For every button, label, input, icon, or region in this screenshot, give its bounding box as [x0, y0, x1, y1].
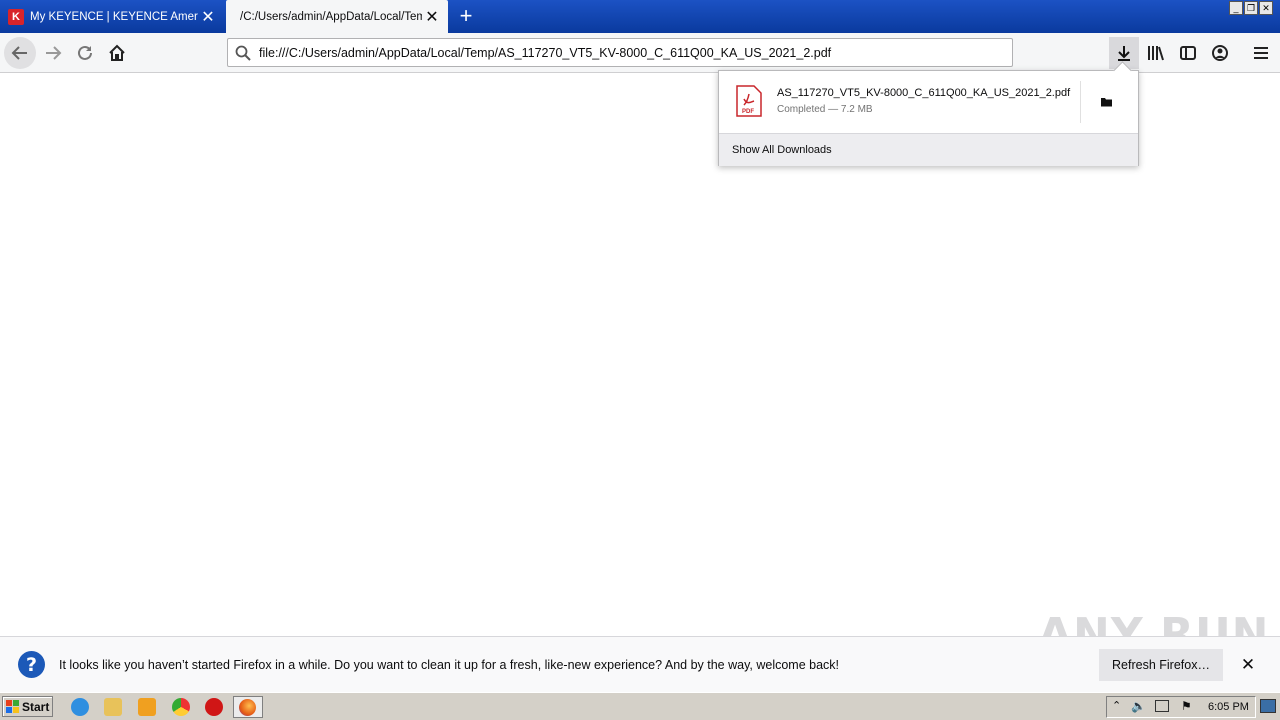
- firefox-icon: [239, 699, 256, 716]
- account-icon: [1212, 45, 1228, 61]
- windows-logo-icon: [6, 699, 19, 713]
- download-status: Completed — 7.2 MB: [777, 104, 873, 115]
- tab-title: /C:/Users/admin/AppData/Local/Temp/: [240, 10, 422, 23]
- account-button[interactable]: [1205, 37, 1235, 69]
- url-bar[interactable]: file:///C:/Users/admin/AppData/Local/Tem…: [227, 38, 1013, 67]
- tab-title: My KEYENCE | KEYENCE America: [30, 10, 198, 23]
- volume-icon[interactable]: 🔈: [1131, 699, 1146, 713]
- downloads-panel: PDF AS_117270_VT5_KV-8000_C_611Q00_KA_US…: [718, 70, 1139, 166]
- forward-arrow-icon: [46, 46, 62, 60]
- pdf-file-icon: PDF: [736, 85, 762, 117]
- start-label: Start: [22, 699, 50, 714]
- firefox-taskbar-button[interactable]: [233, 696, 263, 718]
- chevron-up-icon[interactable]: ⌃: [1112, 699, 1121, 712]
- notification-text: It looks like you haven’t started Firefo…: [59, 658, 840, 672]
- svg-text:PDF: PDF: [742, 109, 754, 115]
- tab-temp-pdf[interactable]: /C:/Users/admin/AppData/Local/Temp/ ✕: [226, 0, 448, 33]
- close-icon[interactable]: ✕: [1238, 655, 1258, 675]
- tab-close-icon[interactable]: ✕: [198, 7, 218, 27]
- menu-button[interactable]: [1246, 37, 1276, 69]
- home-icon: [109, 44, 125, 61]
- back-arrow-icon: [11, 46, 27, 60]
- nav-bar: file:///C:/Users/admin/AppData/Local/Tem…: [0, 33, 1280, 73]
- restore-button[interactable]: ❐: [1244, 1, 1258, 15]
- download-item[interactable]: PDF AS_117270_VT5_KV-8000_C_611Q00_KA_US…: [719, 71, 1138, 133]
- media-player-icon[interactable]: [138, 698, 156, 716]
- keyence-favicon-icon: K: [8, 8, 24, 25]
- sidebar-button[interactable]: [1173, 37, 1203, 69]
- url-text: file:///C:/Users/admin/AppData/Local/Tem…: [259, 45, 832, 60]
- divider: [1080, 81, 1081, 123]
- hamburger-menu-icon: [1254, 47, 1268, 59]
- notification-bar: ? It looks like you haven’t started Fire…: [0, 636, 1280, 692]
- flag-icon[interactable]: ⚑: [1181, 699, 1192, 713]
- folder-icon[interactable]: [104, 698, 122, 716]
- open-folder-icon[interactable]: [1095, 91, 1119, 113]
- search-icon: [235, 45, 251, 61]
- clock: 6:05 PM: [1208, 701, 1249, 713]
- tab-close-icon[interactable]: ✕: [422, 7, 442, 27]
- home-button[interactable]: [101, 37, 133, 69]
- question-icon: ?: [18, 651, 45, 678]
- back-button[interactable]: [4, 37, 36, 69]
- show-all-downloads-button[interactable]: Show All Downloads: [719, 133, 1138, 166]
- reload-icon: [78, 45, 92, 60]
- show-all-downloads-label: Show All Downloads: [732, 144, 832, 156]
- close-window-button[interactable]: ✕: [1259, 1, 1273, 15]
- library-icon: [1148, 46, 1164, 61]
- download-arrow-icon: [1118, 46, 1130, 61]
- taskbar: Start ⌃ 🔈 ⚑ 6:05 PM: [0, 692, 1280, 720]
- tab-strip: K My KEYENCE | KEYENCE America ✕ /C:/Use…: [0, 0, 1280, 33]
- start-button[interactable]: Start: [2, 696, 53, 717]
- chrome-icon[interactable]: [172, 698, 190, 716]
- internet-explorer-icon[interactable]: [71, 698, 89, 716]
- forward-button[interactable]: [37, 37, 69, 69]
- minimize-button[interactable]: _: [1229, 1, 1243, 15]
- download-filename: AS_117270_VT5_KV-8000_C_611Q00_KA_US_202…: [777, 87, 1071, 99]
- show-desktop-icon[interactable]: [1260, 699, 1276, 713]
- refresh-firefox-button[interactable]: Refresh Firefox…: [1099, 649, 1223, 681]
- new-tab-button[interactable]: +: [454, 3, 478, 28]
- library-button[interactable]: [1141, 37, 1171, 69]
- opera-icon[interactable]: [205, 698, 223, 716]
- tab-keyence[interactable]: K My KEYENCE | KEYENCE America ✕: [0, 0, 224, 33]
- sidebar-icon: [1180, 46, 1196, 60]
- network-icon[interactable]: [1155, 700, 1169, 712]
- reload-button[interactable]: [69, 37, 101, 69]
